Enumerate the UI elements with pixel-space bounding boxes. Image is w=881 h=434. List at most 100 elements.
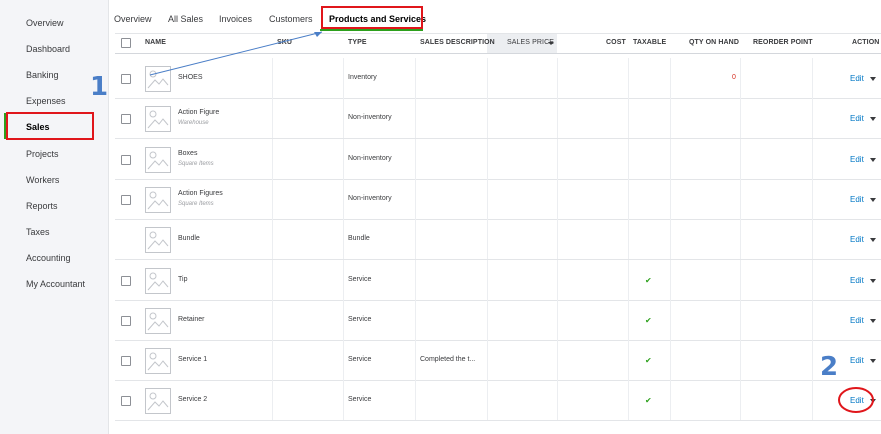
column-divider (343, 259, 344, 300)
nav-item-banking[interactable]: Banking (26, 69, 59, 81)
image-placeholder-icon (145, 106, 171, 133)
column-divider (487, 138, 488, 179)
table-row[interactable]: Tip Service ✔ Edit (115, 259, 881, 301)
column-divider (487, 340, 488, 381)
header-cost[interactable]: COST (606, 39, 626, 46)
item-name[interactable]: Retainer (178, 316, 204, 323)
edit-link[interactable]: Edit (850, 276, 864, 285)
column-divider (670, 340, 671, 381)
column-divider (812, 380, 813, 421)
image-placeholder-icon (145, 146, 171, 173)
nav-item-workers[interactable]: Workers (26, 174, 59, 186)
item-type: Service (348, 356, 372, 364)
column-divider (628, 138, 629, 179)
row-checkbox[interactable] (121, 275, 131, 286)
edit-link[interactable]: Edit (850, 155, 864, 164)
header-taxable[interactable]: TAXABLE (633, 39, 666, 46)
nav-item-dashboard[interactable]: Dashboard (26, 43, 70, 55)
column-divider (487, 58, 488, 98)
column-divider (740, 259, 741, 300)
column-divider (812, 219, 813, 260)
action-dropdown-icon[interactable] (870, 117, 876, 122)
row-checkbox[interactable] (121, 396, 131, 407)
action-dropdown-icon[interactable] (870, 318, 876, 323)
nav-item-overview[interactable]: Overview (26, 17, 64, 29)
column-divider (670, 299, 671, 340)
action-dropdown-icon[interactable] (870, 77, 876, 81)
row-checkbox[interactable] (121, 154, 131, 165)
item-name[interactable]: SHOES (178, 74, 203, 81)
annotation-step-2: 2 (820, 352, 839, 382)
edit-link[interactable]: Edit (850, 316, 864, 325)
row-checkbox[interactable] (121, 356, 131, 367)
item-name[interactable]: Action Figures (178, 190, 223, 197)
edit-link[interactable]: Edit (850, 235, 864, 244)
action-dropdown-icon[interactable] (870, 157, 876, 162)
nav-item-my-accountant[interactable]: My Accountant (26, 278, 85, 290)
nav-item-taxes[interactable]: Taxes (26, 226, 50, 238)
table-row[interactable]: Action Figure Warehouse Non-inventory Edit (115, 98, 881, 140)
column-divider (415, 380, 416, 421)
select-all-checkbox[interactable] (121, 38, 131, 48)
item-name[interactable]: Boxes (178, 150, 197, 157)
column-divider (272, 98, 273, 139)
action-dropdown-icon[interactable] (870, 278, 876, 283)
row-checkbox[interactable] (121, 194, 131, 205)
action-dropdown-icon[interactable] (870, 359, 876, 364)
qty-on-hand-value: 0 (732, 74, 736, 81)
tab-customers[interactable]: Customers (269, 14, 313, 24)
header-name[interactable]: NAME (145, 39, 166, 46)
header-qty-on-hand[interactable]: QTY ON HAND (689, 39, 739, 46)
column-divider (740, 299, 741, 340)
nav-item-accounting[interactable]: Accounting (26, 252, 71, 264)
tab-overview[interactable]: Overview (114, 14, 152, 24)
edit-link[interactable]: Edit (850, 74, 864, 83)
table-row[interactable]: Bundle Bundle Edit (115, 219, 881, 261)
column-divider (487, 299, 488, 340)
item-name[interactable]: Service 1 (178, 356, 207, 363)
nav-item-reports[interactable]: Reports (26, 200, 58, 212)
image-placeholder-icon (145, 307, 171, 334)
tab-invoices[interactable]: Invoices (219, 14, 252, 24)
tab-all-sales[interactable]: All Sales (168, 14, 203, 24)
table-row[interactable]: Service 2 Service ✔ Edit (115, 380, 881, 422)
nav-item-projects[interactable]: Projects (26, 148, 59, 160)
nav-item-expenses[interactable]: Expenses (26, 95, 66, 107)
table-row[interactable]: Boxes Square Items Non-inventory Edit (115, 138, 881, 180)
item-name[interactable]: Service 2 (178, 396, 207, 403)
column-divider (557, 380, 558, 421)
action-dropdown-icon[interactable] (870, 238, 876, 243)
column-divider (415, 98, 416, 139)
edit-link[interactable]: Edit (850, 195, 864, 204)
item-name[interactable]: Bundle (178, 235, 200, 242)
column-divider (670, 380, 671, 421)
header-sales-description[interactable]: SALES DESCRIPTION (420, 39, 495, 46)
item-name[interactable]: Action Figure (178, 109, 219, 116)
header-type[interactable]: TYPE (348, 39, 367, 46)
column-divider (628, 98, 629, 139)
header-sales-price[interactable]: SALES PRICE (507, 39, 554, 46)
taxable-check-icon: ✔ (645, 356, 652, 366)
column-divider (628, 340, 629, 381)
action-dropdown-icon[interactable] (870, 399, 876, 404)
table-row[interactable]: Action Figures Square Items Non-inventory E… (115, 178, 881, 220)
column-divider (272, 178, 273, 219)
row-checkbox[interactable] (121, 74, 131, 84)
table-row[interactable]: Retainer Service ✔ Edit (115, 299, 881, 341)
row-checkbox[interactable] (121, 315, 131, 326)
column-divider (343, 219, 344, 260)
column-divider (812, 178, 813, 219)
column-divider (812, 58, 813, 98)
edit-link[interactable]: Edit (850, 356, 864, 365)
edit-link[interactable]: Edit (850, 396, 864, 405)
header-reorder-point[interactable]: REORDER POINT (753, 39, 813, 46)
column-divider (557, 340, 558, 381)
table-row[interactable]: Service 1 Service Completed the t... ✔ Edit (115, 340, 881, 382)
table-row[interactable]: SHOES Inventory 0 Edit (115, 58, 881, 99)
column-divider (740, 178, 741, 219)
item-name[interactable]: Tip (178, 276, 187, 283)
edit-link[interactable]: Edit (850, 114, 864, 123)
action-dropdown-icon[interactable] (870, 197, 876, 202)
header-sku[interactable]: SKU (277, 39, 292, 46)
row-checkbox[interactable] (121, 114, 131, 125)
